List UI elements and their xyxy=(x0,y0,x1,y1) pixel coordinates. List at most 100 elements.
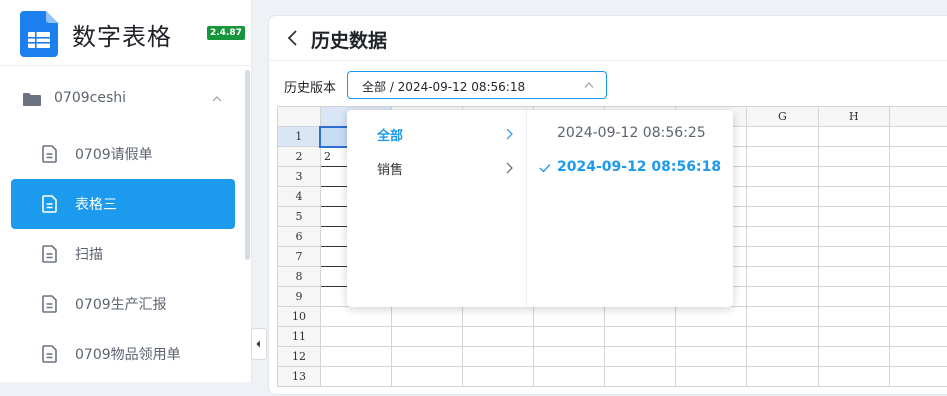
cell[interactable] xyxy=(817,226,890,247)
sidebar-item-0709请假单[interactable]: 0709请假单 xyxy=(11,129,235,179)
app-title: 数字表格 xyxy=(72,23,172,51)
cell[interactable] xyxy=(319,306,393,327)
cell[interactable] xyxy=(746,226,819,247)
column-header-h[interactable]: H xyxy=(817,106,890,127)
cell[interactable] xyxy=(746,306,819,327)
cell[interactable] xyxy=(746,266,819,287)
column-header[interactable] xyxy=(888,106,947,127)
cell[interactable] xyxy=(675,366,748,387)
row-header[interactable]: 7 xyxy=(277,246,321,267)
cell[interactable] xyxy=(888,366,947,387)
cell[interactable] xyxy=(817,306,890,327)
cell[interactable] xyxy=(888,126,947,147)
chevron-up-icon[interactable] xyxy=(212,94,222,104)
folder-0709ceshi[interactable]: 0709ceshi xyxy=(0,78,244,122)
cell[interactable] xyxy=(888,146,947,167)
cell[interactable] xyxy=(817,246,890,267)
row-header[interactable]: 9 xyxy=(277,286,321,307)
cell[interactable] xyxy=(817,266,890,287)
sidebar-item-0709物品领用单[interactable]: 0709物品领用单 xyxy=(11,329,235,379)
cell[interactable] xyxy=(746,146,819,167)
cell[interactable] xyxy=(746,346,819,367)
cell[interactable] xyxy=(817,346,890,367)
cell[interactable] xyxy=(319,326,393,347)
row-header[interactable]: 8 xyxy=(277,266,321,287)
cell[interactable] xyxy=(817,146,890,167)
cell[interactable] xyxy=(817,366,890,387)
cell[interactable] xyxy=(817,286,890,307)
cell[interactable] xyxy=(675,346,748,367)
grid-corner[interactable] xyxy=(277,106,321,127)
cell[interactable] xyxy=(817,206,890,227)
column-header-g[interactable]: G xyxy=(746,106,819,127)
cell[interactable] xyxy=(462,366,535,387)
cell[interactable] xyxy=(604,366,677,387)
cell[interactable] xyxy=(888,286,947,307)
cell[interactable] xyxy=(391,326,464,347)
cell[interactable] xyxy=(391,346,464,367)
cascader-option-sales[interactable]: 销售 xyxy=(347,151,526,185)
row-header[interactable]: 1 xyxy=(277,126,321,147)
cell[interactable] xyxy=(462,326,535,347)
cell[interactable] xyxy=(746,186,819,207)
cell[interactable] xyxy=(604,346,677,367)
sidebar-item-0709生产汇报[interactable]: 0709生产汇报 xyxy=(11,279,235,329)
cell[interactable] xyxy=(817,126,890,147)
cell[interactable] xyxy=(533,306,606,327)
cell[interactable] xyxy=(888,326,947,347)
cell[interactable] xyxy=(746,366,819,387)
cell[interactable] xyxy=(533,366,606,387)
row-header[interactable]: 5 xyxy=(277,206,321,227)
cell[interactable] xyxy=(817,166,890,187)
cascader-option-all[interactable]: 全部 xyxy=(347,117,526,151)
collapse-sidebar-button[interactable] xyxy=(251,328,267,360)
sidebar-item-label: 0709物品领用单 xyxy=(75,347,181,363)
cell[interactable] xyxy=(746,206,819,227)
folder-icon xyxy=(23,93,41,106)
cell[interactable] xyxy=(319,346,393,367)
sidebar-item-表格三[interactable]: 表格三 xyxy=(11,179,235,229)
cell[interactable] xyxy=(888,166,947,187)
cell[interactable] xyxy=(533,326,606,347)
cell[interactable] xyxy=(675,326,748,347)
cell[interactable] xyxy=(888,246,947,267)
row-header[interactable]: 11 xyxy=(277,326,321,347)
back-arrow-icon[interactable] xyxy=(286,29,300,47)
cell[interactable] xyxy=(888,186,947,207)
row-header[interactable]: 12 xyxy=(277,346,321,367)
cell[interactable] xyxy=(888,206,947,227)
row-header[interactable]: 6 xyxy=(277,226,321,247)
row-header[interactable]: 2 xyxy=(277,146,321,167)
cell[interactable] xyxy=(888,226,947,247)
cell[interactable] xyxy=(746,126,819,147)
cell[interactable] xyxy=(817,326,890,347)
cell[interactable] xyxy=(319,366,393,387)
cell[interactable] xyxy=(746,286,819,307)
cascader-option-timestamp[interactable]: 2024-09-12 08:56:25 xyxy=(527,117,733,151)
sidebar-item-扫描[interactable]: 扫描 xyxy=(11,229,235,279)
version-select[interactable]: 全部 / 2024-09-12 08:56:18 xyxy=(347,71,607,99)
check-icon xyxy=(539,164,551,173)
cell[interactable] xyxy=(888,346,947,367)
cell[interactable] xyxy=(604,326,677,347)
row-header[interactable]: 4 xyxy=(277,186,321,207)
cell[interactable] xyxy=(533,346,606,367)
cell[interactable] xyxy=(746,326,819,347)
version-label: 历史版本 xyxy=(284,81,337,96)
cell[interactable] xyxy=(604,306,677,327)
cell[interactable] xyxy=(817,186,890,207)
cell[interactable] xyxy=(746,246,819,267)
cell[interactable] xyxy=(675,306,748,327)
row-header[interactable]: 3 xyxy=(277,166,321,187)
cell[interactable] xyxy=(746,166,819,187)
cell[interactable] xyxy=(462,346,535,367)
row-header[interactable]: 10 xyxy=(277,306,321,327)
cell[interactable] xyxy=(888,306,947,327)
sidebar-scrollbar[interactable] xyxy=(245,70,250,260)
cell[interactable] xyxy=(391,366,464,387)
cell[interactable] xyxy=(462,306,535,327)
cell[interactable] xyxy=(391,306,464,327)
cascader-option-timestamp-selected[interactable]: 2024-09-12 08:56:18 xyxy=(527,151,733,185)
row-header[interactable]: 13 xyxy=(277,366,321,387)
cell[interactable] xyxy=(888,266,947,287)
